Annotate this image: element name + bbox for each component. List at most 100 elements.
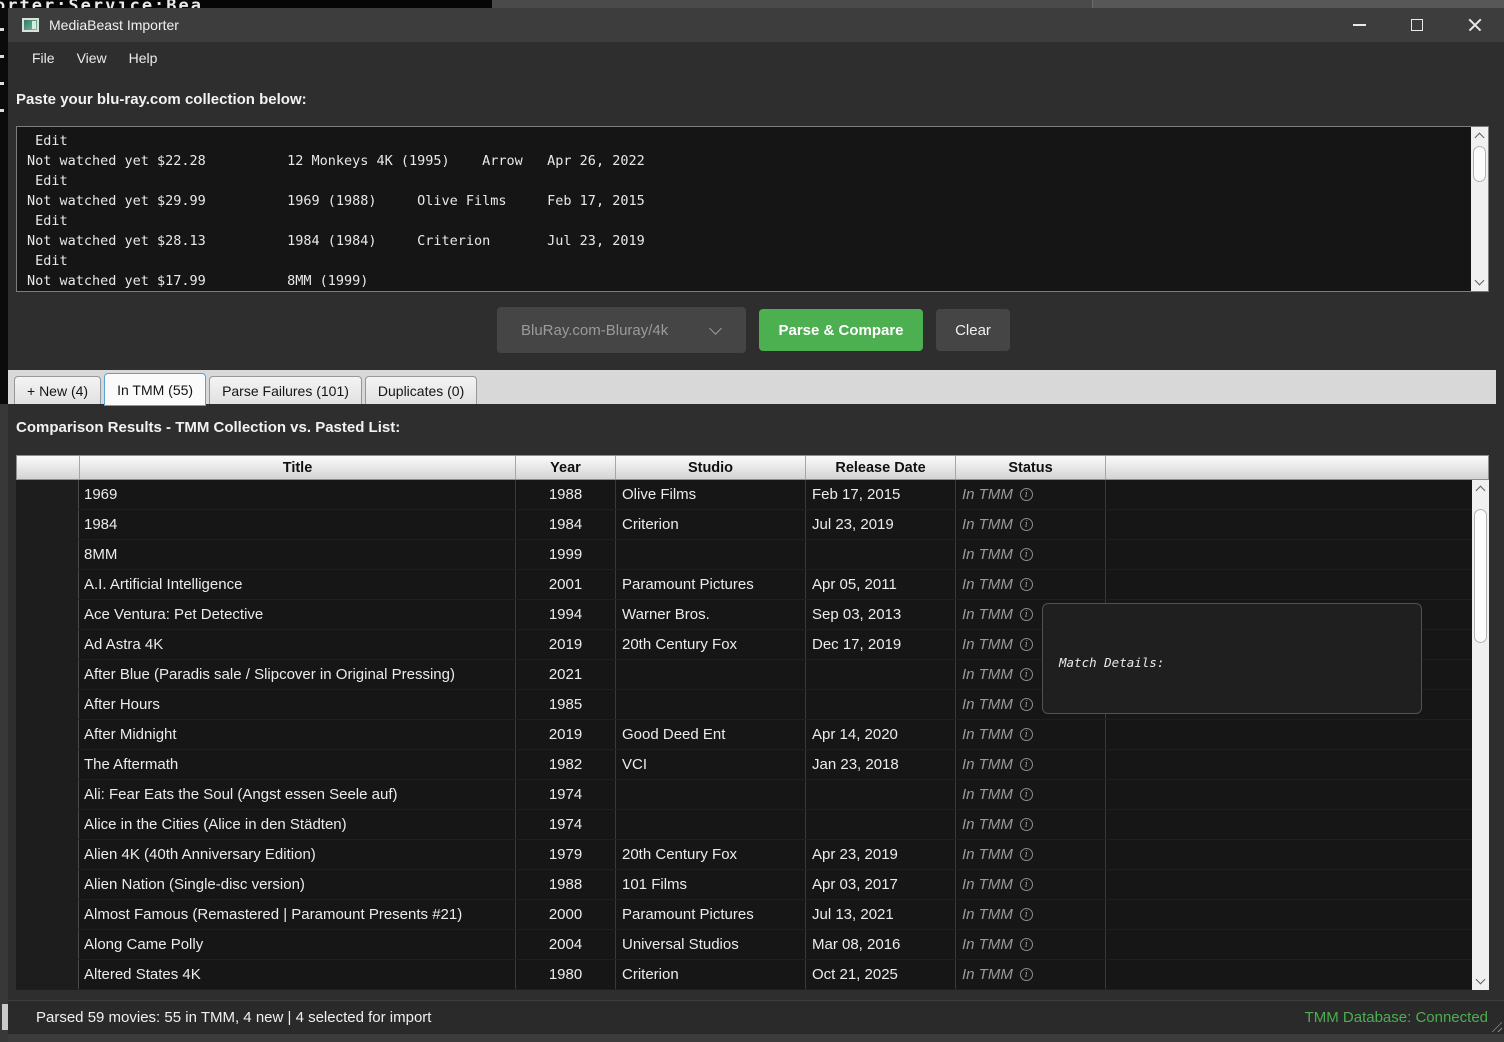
row-selector-cell[interactable] (16, 510, 79, 539)
status-cell: In TMM (956, 900, 1106, 929)
table-row[interactable]: 1969 1988 Olive Films Feb 17, 2015 In TM… (16, 480, 1472, 510)
row-selector-cell[interactable] (16, 960, 79, 989)
tab-in-tmm-55[interactable]: In TMM (55) (104, 373, 206, 406)
tooltip-title: Match Details: (1059, 653, 1405, 672)
row-selector-cell[interactable] (16, 780, 79, 809)
parse-compare-button[interactable]: Parse & Compare (759, 309, 923, 351)
studio-cell: Universal Studios (616, 930, 806, 959)
release-date-cell: Apr 14, 2020 (806, 720, 956, 749)
column-header-studio[interactable]: Studio (616, 456, 806, 479)
row-selector-cell[interactable] (16, 720, 79, 749)
table-row[interactable]: After Midnight 2019 Good Deed Ent Apr 14… (16, 720, 1472, 750)
match-details-tooltip: Match Details: ------------------------ … (1042, 603, 1422, 714)
year-cell: 1999 (516, 540, 616, 569)
clear-button[interactable]: Clear (936, 309, 1010, 351)
table-row[interactable]: A.I. Artificial Intelligence 2001 Paramo… (16, 570, 1472, 600)
close-button[interactable] (1446, 8, 1504, 42)
maximize-button[interactable] (1388, 8, 1446, 42)
minimize-button[interactable] (1330, 8, 1388, 42)
info-icon[interactable] (1020, 488, 1033, 501)
scroll-up-icon[interactable] (1471, 127, 1488, 144)
title-cell: Along Came Polly (79, 930, 516, 959)
row-selector-cell[interactable] (16, 630, 79, 659)
row-selector-cell[interactable] (16, 600, 79, 629)
release-date-cell (806, 660, 956, 689)
format-dropdown[interactable]: BluRay.com-Bluray/4k (497, 307, 746, 353)
scroll-down-icon[interactable] (1471, 274, 1488, 291)
table-scrollbar[interactable] (1472, 480, 1489, 990)
tab-new-4[interactable]: + New (4) (14, 376, 101, 404)
table-row[interactable]: The Aftermath 1982 VCI Jan 23, 2018 In T… (16, 750, 1472, 780)
release-date-cell: Apr 23, 2019 (806, 840, 956, 869)
release-date-cell (806, 810, 956, 839)
title-cell: After Hours (79, 690, 516, 719)
table-row[interactable]: Alice in the Cities (Alice in den Städte… (16, 810, 1472, 840)
table-row[interactable]: Ali: Fear Eats the Soul (Angst essen See… (16, 780, 1472, 810)
row-selector-cell[interactable] (16, 870, 79, 899)
row-selector-cell[interactable] (16, 900, 79, 929)
info-icon[interactable] (1020, 788, 1033, 801)
table-row[interactable]: Alien Nation (Single-disc version) 1988 … (16, 870, 1472, 900)
info-icon[interactable] (1020, 728, 1033, 741)
info-icon[interactable] (1020, 548, 1033, 561)
year-cell: 1974 (516, 810, 616, 839)
textarea-scrollbar[interactable] (1471, 127, 1488, 291)
row-selector-cell[interactable] (16, 750, 79, 779)
studio-cell (616, 540, 806, 569)
scrollbar-thumb[interactable] (1473, 146, 1486, 182)
row-selector-cell[interactable] (16, 480, 79, 509)
info-icon[interactable] (1020, 908, 1033, 921)
release-date-cell: Dec 17, 2019 (806, 630, 956, 659)
row-selector-cell[interactable] (16, 540, 79, 569)
background-strip (1092, 0, 1504, 8)
column-header-title[interactable]: Title (80, 456, 516, 479)
scroll-down-icon[interactable] (1472, 973, 1489, 990)
filler-cell (1106, 870, 1472, 899)
studio-cell: VCI (616, 750, 806, 779)
row-selector-cell[interactable] (16, 690, 79, 719)
info-icon[interactable] (1020, 818, 1033, 831)
table-row[interactable]: Almost Famous (Remastered | Paramount Pr… (16, 900, 1472, 930)
scrollbar-thumb[interactable] (1474, 509, 1487, 643)
results-heading: Comparison Results - TMM Collection vs. … (16, 419, 400, 436)
table-row[interactable]: 1984 1984 Criterion Jul 23, 2019 In TMM (16, 510, 1472, 540)
row-selector-cell[interactable] (16, 930, 79, 959)
scroll-up-icon[interactable] (1472, 480, 1489, 497)
table-row[interactable]: 8MM 1999 In TMM (16, 540, 1472, 570)
info-icon[interactable] (1020, 968, 1033, 981)
column-header-status[interactable]: Status (956, 456, 1106, 479)
row-selector-cell[interactable] (16, 810, 79, 839)
filler-cell (1106, 570, 1472, 599)
info-icon[interactable] (1020, 878, 1033, 891)
collection-paste-textarea[interactable]: Edit Not watched yet $22.28 12 Monkeys 4… (16, 126, 1489, 292)
info-icon[interactable] (1020, 758, 1033, 771)
menu-item-help[interactable]: Help (118, 46, 169, 70)
studio-cell (616, 660, 806, 689)
row-selector-cell[interactable] (16, 570, 79, 599)
table-row[interactable]: Along Came Polly 2004 Universal Studios … (16, 930, 1472, 960)
table-row[interactable]: Altered States 4K 1980 Criterion Oct 21,… (16, 960, 1472, 990)
column-header-release-date[interactable]: Release Date (806, 456, 956, 479)
paste-instructions-label: Paste your blu-ray.com collection below: (16, 91, 307, 108)
status-cell: In TMM (956, 750, 1106, 779)
row-selector-cell[interactable] (16, 660, 79, 689)
menu-item-file[interactable]: File (21, 46, 66, 70)
info-icon[interactable] (1020, 848, 1033, 861)
menu-item-view[interactable]: View (66, 46, 118, 70)
year-cell: 1980 (516, 960, 616, 989)
info-icon[interactable] (1020, 938, 1033, 951)
table-row[interactable]: Alien 4K (40th Anniversary Edition) 1979… (16, 840, 1472, 870)
info-icon[interactable] (1020, 698, 1033, 711)
info-icon[interactable] (1020, 638, 1033, 651)
year-cell: 2021 (516, 660, 616, 689)
column-header-year[interactable]: Year (516, 456, 616, 479)
info-icon[interactable] (1020, 668, 1033, 681)
info-icon[interactable] (1020, 518, 1033, 531)
tab-duplicates-0[interactable]: Duplicates (0) (365, 376, 477, 404)
info-icon[interactable] (1020, 578, 1033, 591)
status-text: In TMM (962, 696, 1013, 713)
release-date-cell: Feb 17, 2015 (806, 480, 956, 509)
row-selector-cell[interactable] (16, 840, 79, 869)
info-icon[interactable] (1020, 608, 1033, 621)
tab-parse-failures-101[interactable]: Parse Failures (101) (209, 376, 362, 404)
